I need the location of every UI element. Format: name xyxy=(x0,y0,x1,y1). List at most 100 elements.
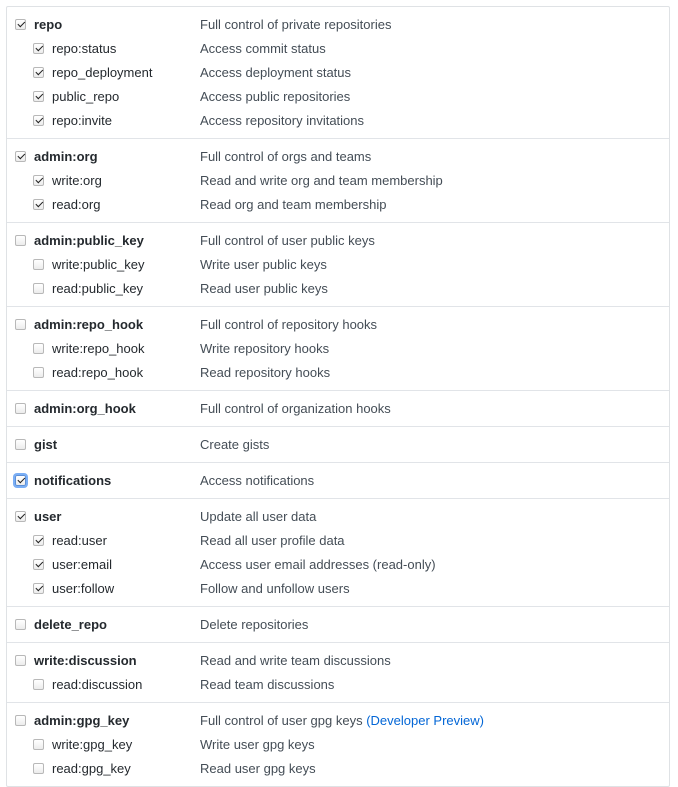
scope-name[interactable]: repo xyxy=(34,17,62,32)
scope-description: Read repository hooks xyxy=(200,365,330,380)
scope-description-text: Read repository hooks xyxy=(200,364,331,380)
scope-checkbox[interactable] xyxy=(33,42,44,54)
scope-description: Write user public keys xyxy=(200,257,327,272)
scope-group: repo Full control of private repositories… xyxy=(7,7,669,139)
scope-description: Update all user data xyxy=(200,509,316,524)
scope-name[interactable]: notifications xyxy=(34,473,111,488)
subscope-row: read:gpg_key Read user gpg keys xyxy=(7,756,669,780)
scopes-list: repo Full control of private repositories… xyxy=(6,6,670,787)
scope-description-text: Write repository hooks xyxy=(200,340,330,356)
scope-description: Full control of user public keys xyxy=(200,233,375,248)
scope-checkbox[interactable] xyxy=(15,510,26,522)
scope-name[interactable]: delete_repo xyxy=(34,617,107,632)
scope-checkbox[interactable] xyxy=(33,738,44,750)
scope-checkbox[interactable] xyxy=(33,342,44,354)
scope-name[interactable]: read:repo_hook xyxy=(52,365,143,380)
scope-description-text: Write user gpg keys xyxy=(200,736,315,752)
scope-name[interactable]: admin:org_hook xyxy=(34,401,136,416)
subscope-row: read:discussion Read team discussions xyxy=(7,672,669,696)
scope-group: admin:org Full control of orgs and teams w… xyxy=(7,139,669,223)
scope-name[interactable]: repo:invite xyxy=(52,113,112,128)
scope-checkbox[interactable] xyxy=(15,234,26,246)
scope-checkbox[interactable] xyxy=(15,402,26,414)
scope-checkbox[interactable] xyxy=(33,174,44,186)
scope-checkbox[interactable] xyxy=(15,150,26,162)
scope-checkbox[interactable] xyxy=(33,558,44,570)
scope-description-text: Full control of repository hooks xyxy=(200,316,378,332)
scope-description: Access commit status xyxy=(200,41,326,56)
scope-name[interactable]: read:user xyxy=(52,533,107,548)
scope-name[interactable]: read:public_key xyxy=(52,281,143,296)
scope-checkbox[interactable] xyxy=(15,618,26,630)
scope-description: Read team discussions xyxy=(200,677,334,692)
subscope-row: read:public_key Read user public keys xyxy=(7,276,669,300)
scope-checkbox[interactable] xyxy=(15,318,26,330)
scope-description: Create gists xyxy=(200,437,269,452)
scope-name[interactable]: write:gpg_key xyxy=(52,737,132,752)
scope-name[interactable]: admin:repo_hook xyxy=(34,317,143,332)
scope-description: Access public repositories xyxy=(200,89,350,104)
scope-checkbox[interactable] xyxy=(15,714,26,726)
scope-description: Read all user profile data xyxy=(200,533,345,548)
scope-description-text: Follow and unfollow users xyxy=(200,580,350,596)
scope-description-text: Read all user profile data xyxy=(200,532,345,548)
scope-checkbox[interactable] xyxy=(33,258,44,270)
scope-checkbox[interactable] xyxy=(33,90,44,102)
scope-checkbox[interactable] xyxy=(15,438,26,450)
scope-checkbox[interactable] xyxy=(33,762,44,774)
scope-name[interactable]: user:email xyxy=(52,557,112,572)
scope-name[interactable]: admin:public_key xyxy=(34,233,144,248)
scope-description-text: Read team discussions xyxy=(200,676,335,692)
scope-description-text: Full control of user gpg keys xyxy=(200,712,363,728)
scope-name[interactable]: write:public_key xyxy=(52,257,145,272)
scope-name[interactable]: write:org xyxy=(52,173,102,188)
scope-checkbox[interactable] xyxy=(15,474,26,486)
scope-checkbox[interactable] xyxy=(33,582,44,594)
scope-name[interactable]: repo:status xyxy=(52,41,116,56)
scope-name[interactable]: repo_deployment xyxy=(52,65,152,80)
scope-row: write:discussion Read and write team disc… xyxy=(7,648,669,672)
scope-group: admin:repo_hook Full control of repositor… xyxy=(7,307,669,391)
scope-description: Access user email addresses (read-only) xyxy=(200,557,436,572)
scope-description-text: Read and write org and team membership xyxy=(200,172,443,188)
scope-description: Access repository invitations xyxy=(200,113,364,128)
scope-row: admin:org_hook Full control of organizati… xyxy=(7,396,669,420)
scope-name[interactable]: public_repo xyxy=(52,89,119,104)
scope-group: gist Create gists xyxy=(7,427,669,463)
scope-description-text: Write user public keys xyxy=(200,256,327,272)
subscope-row: write:public_key Write user public keys xyxy=(7,252,669,276)
scope-checkbox[interactable] xyxy=(15,18,26,30)
subscope-row: read:repo_hook Read repository hooks xyxy=(7,360,669,384)
scope-description-text: Access public repositories xyxy=(200,88,351,104)
scope-name[interactable]: read:gpg_key xyxy=(52,761,131,776)
scope-checkbox[interactable] xyxy=(33,282,44,294)
scope-name[interactable]: read:discussion xyxy=(52,677,142,692)
scope-name[interactable]: user:follow xyxy=(52,581,114,596)
scope-description: Delete repositories xyxy=(200,617,308,632)
subscope-row: read:org Read org and team membership xyxy=(7,192,669,216)
scope-checkbox[interactable] xyxy=(33,66,44,78)
subscope-row: read:user Read all user profile data xyxy=(7,528,669,552)
scope-description: Write repository hooks xyxy=(200,341,329,356)
scope-name[interactable]: gist xyxy=(34,437,57,452)
scope-name[interactable]: admin:org xyxy=(34,149,98,164)
scope-name[interactable]: write:repo_hook xyxy=(52,341,145,356)
scope-checkbox[interactable] xyxy=(33,198,44,210)
scope-group: write:discussion Read and write team disc… xyxy=(7,643,669,703)
developer-preview-link[interactable]: (Developer Preview) xyxy=(366,713,484,728)
scope-description: Access notifications xyxy=(200,473,314,488)
scope-description: Full control of organization hooks xyxy=(200,401,391,416)
scope-name[interactable]: user xyxy=(34,509,61,524)
scope-name[interactable]: admin:gpg_key xyxy=(34,713,129,728)
scope-name[interactable]: write:discussion xyxy=(34,653,137,668)
scope-checkbox[interactable] xyxy=(33,534,44,546)
scope-name[interactable]: read:org xyxy=(52,197,100,212)
scope-row: user Update all user data xyxy=(7,504,669,528)
subscope-row: user:follow Follow and unfollow users xyxy=(7,576,669,600)
scope-checkbox[interactable] xyxy=(33,114,44,126)
scope-checkbox[interactable] xyxy=(15,654,26,666)
scope-checkbox[interactable] xyxy=(33,366,44,378)
scope-checkbox[interactable] xyxy=(33,678,44,690)
scope-row: admin:gpg_key Full control of user gpg ke… xyxy=(7,708,669,732)
scope-description-text: Full control of private repositories xyxy=(200,16,392,32)
